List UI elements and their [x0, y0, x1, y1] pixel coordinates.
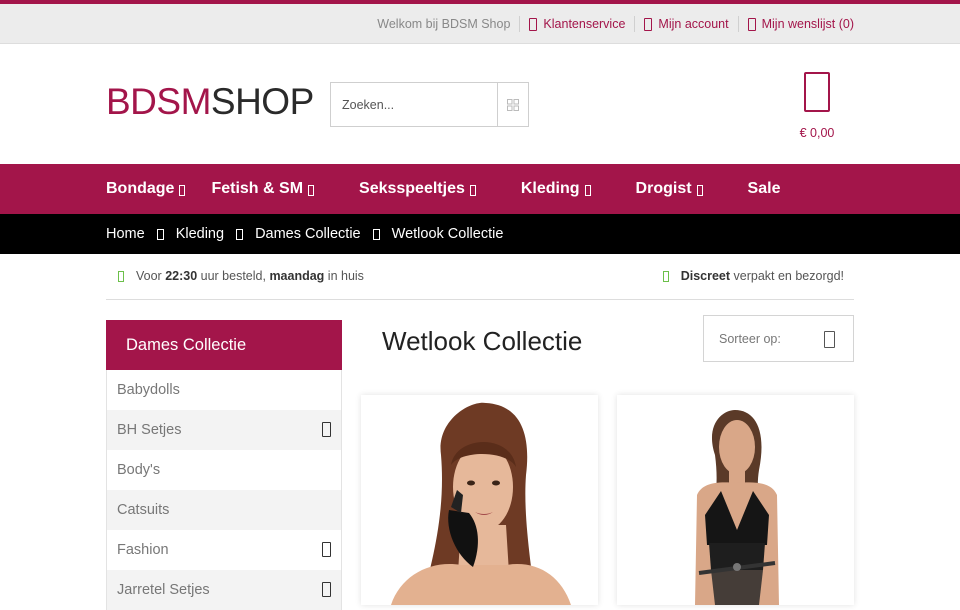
wishlist-link[interactable]: Mijn wenslijst (0)	[747, 17, 854, 31]
nav-label: Drogist	[635, 180, 692, 197]
divider	[634, 16, 636, 32]
chevron-right-icon	[236, 228, 244, 240]
chevron-down-icon	[469, 185, 476, 196]
product-card[interactable]	[617, 395, 854, 605]
breadcrumb-kleding[interactable]: Kleding	[176, 226, 224, 242]
chevron-down-icon	[696, 185, 703, 196]
account-label: Mijn account	[658, 17, 729, 31]
product-card[interactable]	[361, 395, 598, 605]
usp-discreet-text: Discreet verpakt en bezorgd!	[680, 269, 844, 283]
customer-service-link[interactable]: Klantenservice	[529, 17, 625, 31]
usp-discreet: Discreet verpakt en bezorgd!	[662, 269, 844, 283]
customer-service-label: Klantenservice	[543, 17, 626, 31]
nav-item-kleding[interactable]: Kleding	[521, 180, 591, 198]
breadcrumb-bar: Home Kleding Dames Collectie Wetlook Col…	[0, 214, 960, 254]
check-icon	[662, 270, 669, 282]
chevron-down-icon	[179, 185, 186, 196]
page-title: Wetlook Collectie	[382, 326, 583, 356]
main-navigation: Bondage Fetish & SM Seksspeeltjes Kledin…	[0, 164, 960, 214]
chevron-right-icon	[372, 228, 380, 240]
usp-bar: Voor 22:30 uur besteld, maandag in huis …	[106, 255, 854, 300]
breadcrumb-current: Wetlook Collectie	[391, 226, 504, 242]
sidebar-item-label: Babydolls	[117, 382, 180, 398]
wishlist-label: Mijn wenslijst (0)	[761, 17, 854, 31]
chevron-down-icon	[584, 185, 591, 196]
welcome-text: Welkom bij BDSM Shop	[377, 17, 511, 31]
sidebar-item-fashion[interactable]: Fashion	[107, 530, 341, 570]
nav-item-bondage[interactable]: Bondage	[106, 180, 186, 198]
usp-delivery: Voor 22:30 uur besteld, maandag in huis	[118, 269, 364, 283]
expand-icon[interactable]	[322, 582, 331, 597]
sidebar-item-jarretel-setjes[interactable]: Jarretel Setjes	[107, 570, 341, 610]
nav-item-fetish-sm[interactable]: Fetish & SM	[211, 180, 315, 198]
logo-part-bdsm: BDSM	[106, 81, 211, 122]
chevron-right-icon	[156, 228, 164, 240]
sidebar-item-label: Jarretel Setjes	[117, 582, 210, 598]
logo-part-shop: SHOP	[210, 81, 314, 122]
site-logo[interactable]: BDSMSHOP	[106, 82, 314, 122]
user-icon	[644, 17, 653, 31]
nav-item-drogist[interactable]: Drogist	[636, 180, 703, 198]
cart-button[interactable]: € 0,00	[786, 72, 848, 140]
sidebar-item-babydolls[interactable]: Babydolls	[107, 370, 341, 410]
sidebar-item-label: Fashion	[117, 542, 169, 558]
search-input[interactable]	[331, 83, 497, 126]
top-bar: Welkom bij BDSM Shop Klantenservice Mijn…	[0, 4, 960, 44]
nav-label: Sale	[747, 180, 781, 197]
nav-item-seksspeeltjes[interactable]: Seksspeeltjes	[359, 180, 476, 198]
nav-label: Bondage	[106, 180, 175, 197]
sidebar-category-list: Babydolls BH Setjes Body's Catsuits Fash…	[106, 370, 342, 610]
sidebar-item-label: BH Setjes	[117, 422, 182, 438]
product-image	[617, 395, 854, 605]
check-icon	[118, 270, 124, 282]
sidebar-item-label: Body's	[117, 462, 161, 478]
breadcrumb-dames-collectie[interactable]: Dames Collectie	[255, 226, 361, 242]
breadcrumb: Home Kleding Dames Collectie Wetlook Col…	[106, 214, 503, 254]
nav-item-sale[interactable]: Sale	[748, 180, 781, 198]
sidebar-item-catsuits[interactable]: Catsuits	[107, 490, 341, 530]
divider	[519, 16, 521, 32]
nav-label: Fetish & SM	[211, 180, 304, 197]
nav-label: Seksspeeltjes	[359, 180, 465, 197]
shopping-bag-icon	[804, 72, 830, 112]
sidebar-item-label: Catsuits	[117, 502, 170, 518]
sort-label: Sorteer op:	[719, 331, 781, 346]
expand-icon[interactable]	[322, 422, 331, 437]
nav-label: Kleding	[520, 180, 580, 197]
sidebar-item-bh-setjes[interactable]: BH Setjes	[107, 410, 341, 450]
account-link[interactable]: Mijn account	[644, 17, 729, 31]
heart-icon	[747, 17, 756, 31]
sidebar-title: Dames Collectie	[106, 320, 342, 370]
grid-icon	[507, 98, 519, 111]
customer-service-icon	[529, 17, 538, 31]
search-button[interactable]	[497, 83, 528, 126]
product-image	[361, 395, 598, 605]
search-box	[330, 82, 529, 127]
sort-icon	[824, 331, 835, 348]
usp-delivery-text: Voor 22:30 uur besteld, maandag in huis	[136, 269, 364, 283]
expand-icon[interactable]	[322, 542, 331, 557]
cart-total: € 0,00	[799, 126, 835, 140]
divider	[737, 16, 739, 32]
chevron-down-icon	[308, 185, 315, 196]
sidebar-item-bodys[interactable]: Body's	[107, 450, 341, 490]
breadcrumb-home[interactable]: Home	[106, 226, 145, 242]
sort-select[interactable]: Sorteer op:	[703, 315, 854, 362]
